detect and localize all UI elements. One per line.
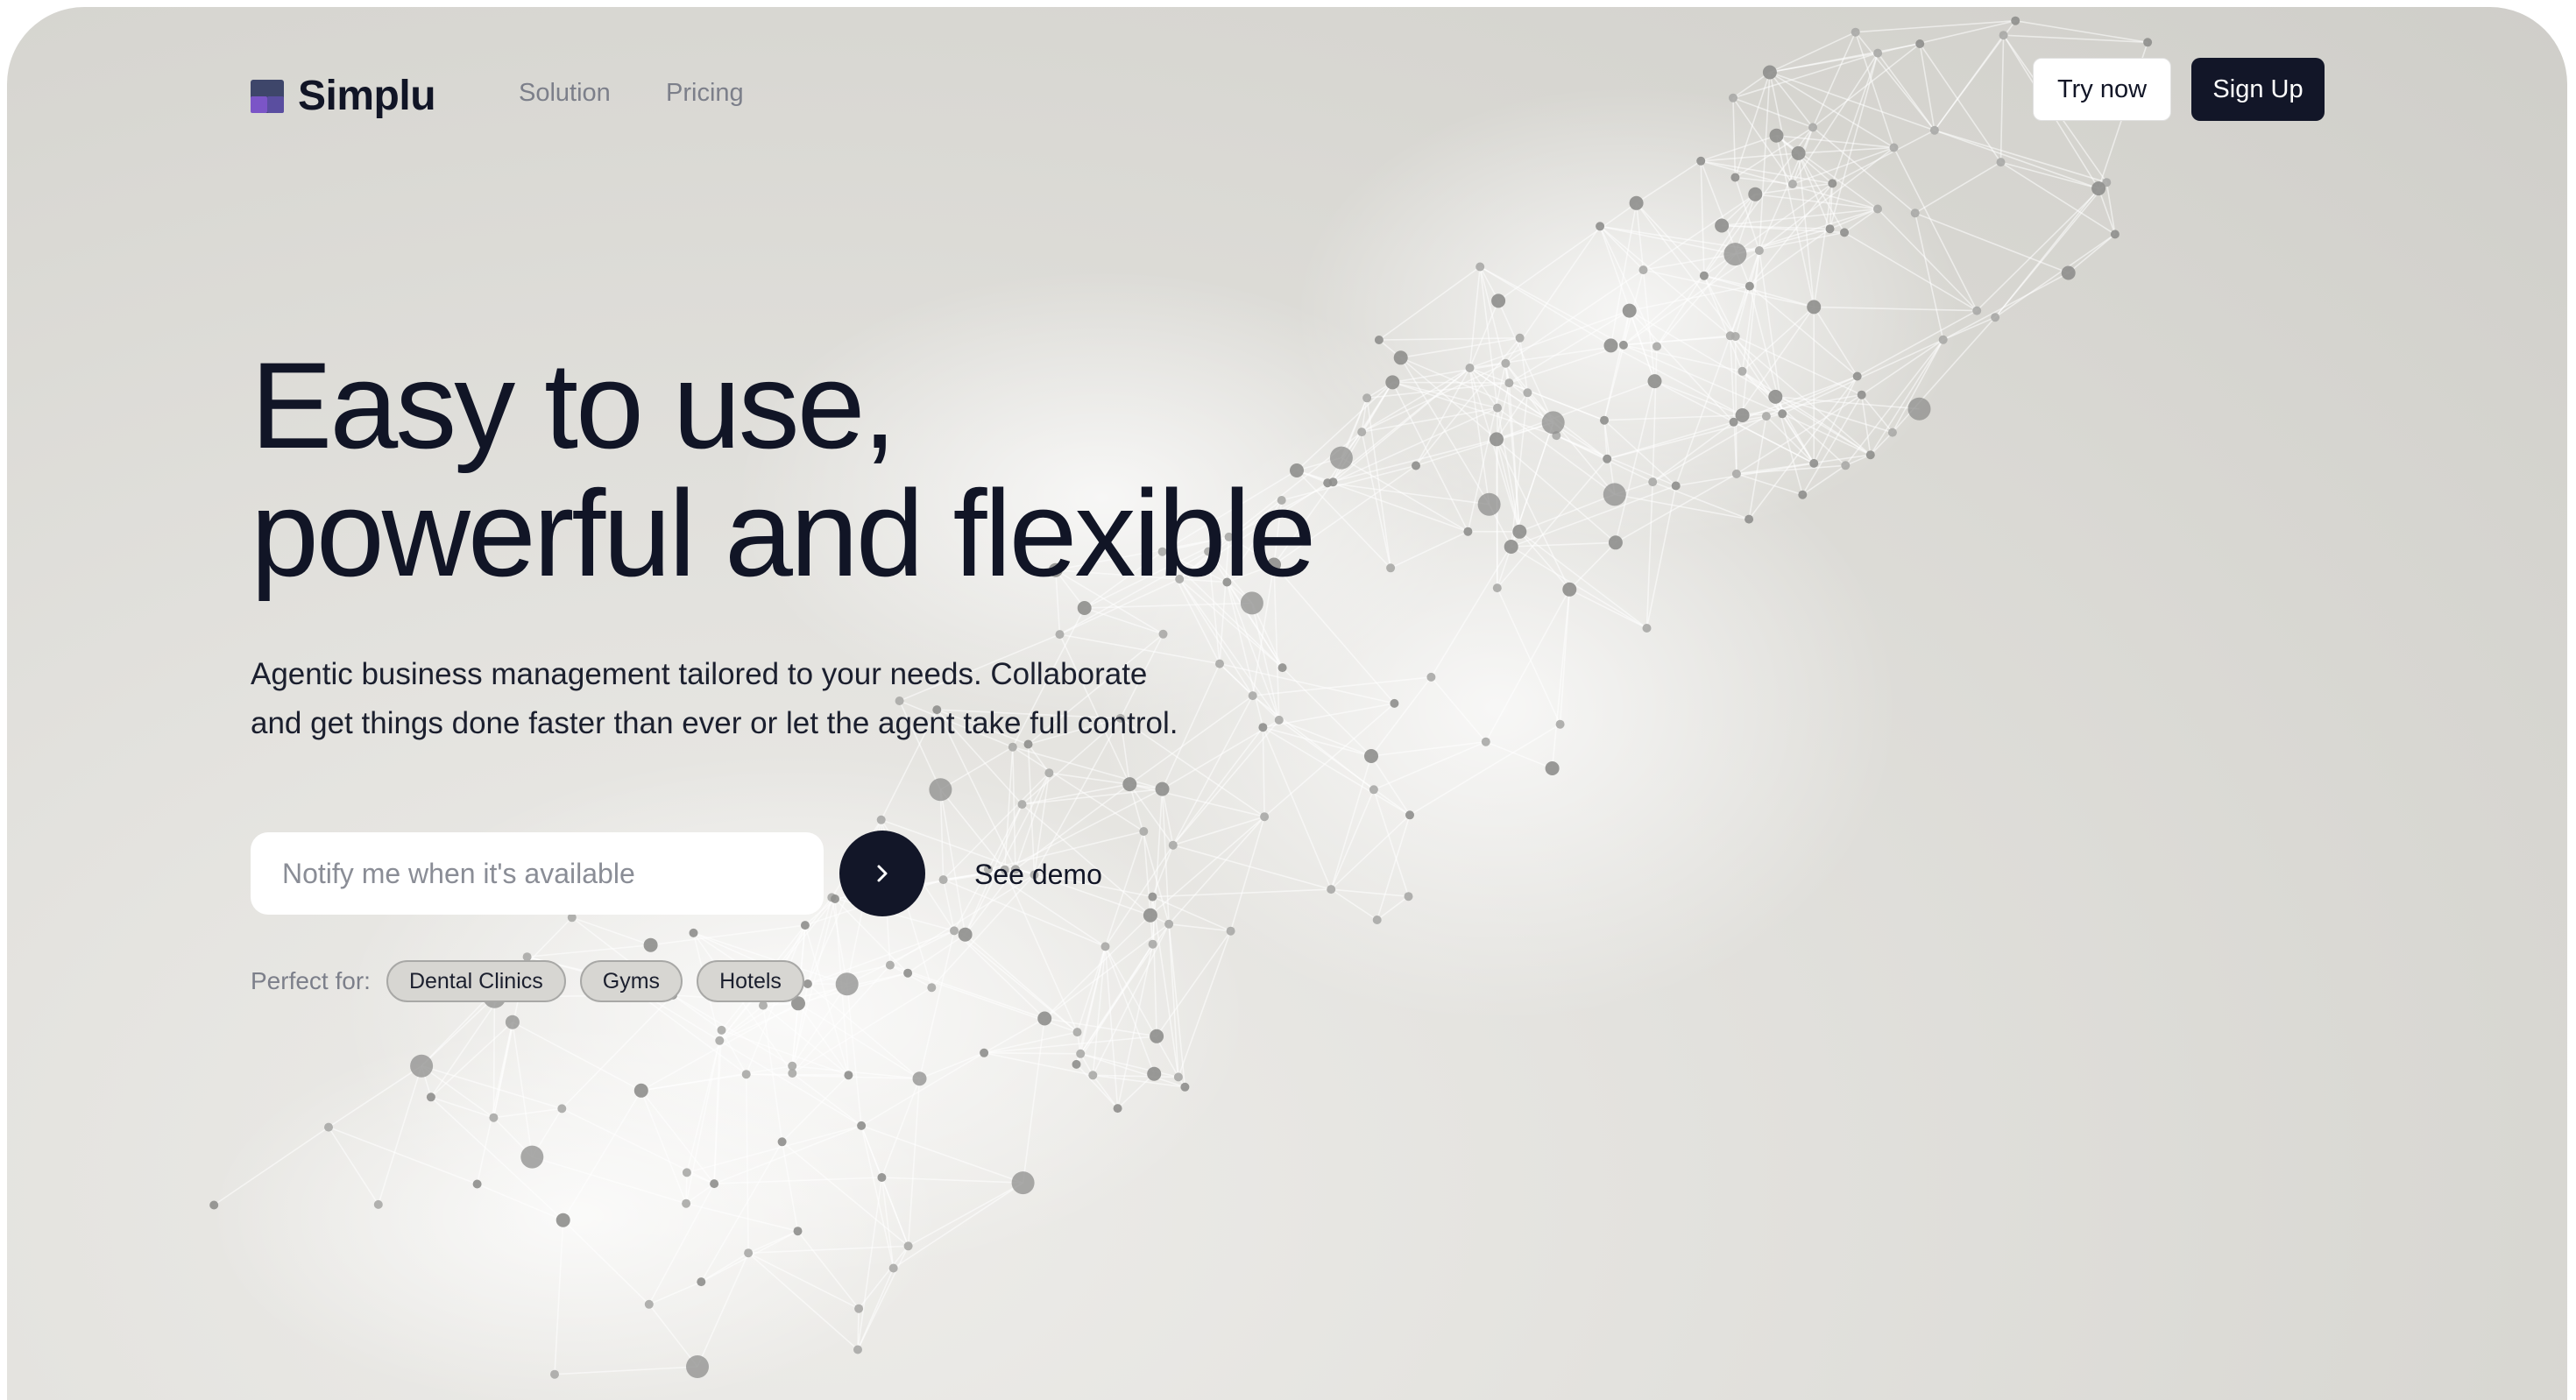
hero-subtitle-line-2: and get things done faster than ever or … — [251, 699, 1232, 748]
hero-headline: Easy to use, powerful and flexible — [251, 342, 1313, 597]
notify-submit-button[interactable] — [839, 831, 925, 916]
brand-name: Simplu — [298, 72, 435, 120]
hero-subtitle-line-1: Agentic business management tailored to … — [251, 650, 1232, 699]
chevron-right-icon — [871, 862, 894, 885]
see-demo-link[interactable]: See demo — [974, 859, 1102, 891]
page-frame: Simplu Solution Pricing Try now Sign Up … — [7, 7, 2567, 1400]
perfect-for-row: Perfect for: Dental Clinics Gyms Hotels — [251, 960, 804, 1002]
nav-link-pricing[interactable]: Pricing — [666, 79, 744, 108]
hero-subtitle: Agentic business management tailored to … — [251, 650, 1232, 748]
sign-up-button[interactable]: Sign Up — [2191, 58, 2325, 121]
notify-input[interactable] — [280, 857, 824, 891]
chip-dental-clinics[interactable]: Dental Clinics — [386, 960, 566, 1002]
perfect-for-label: Perfect for: — [251, 967, 371, 995]
chip-gyms[interactable]: Gyms — [580, 960, 683, 1002]
try-now-button[interactable]: Try now — [2033, 58, 2171, 121]
notify-email-field[interactable] — [251, 832, 824, 915]
hero-headline-line-2: powerful and flexible — [251, 470, 1313, 597]
chip-hotels[interactable]: Hotels — [697, 960, 804, 1002]
brand-logo[interactable]: Simplu — [251, 72, 435, 120]
hero-headline-line-1: Easy to use, — [251, 342, 1313, 470]
simplu-logo-icon — [251, 80, 284, 113]
nav-link-solution[interactable]: Solution — [519, 79, 611, 108]
